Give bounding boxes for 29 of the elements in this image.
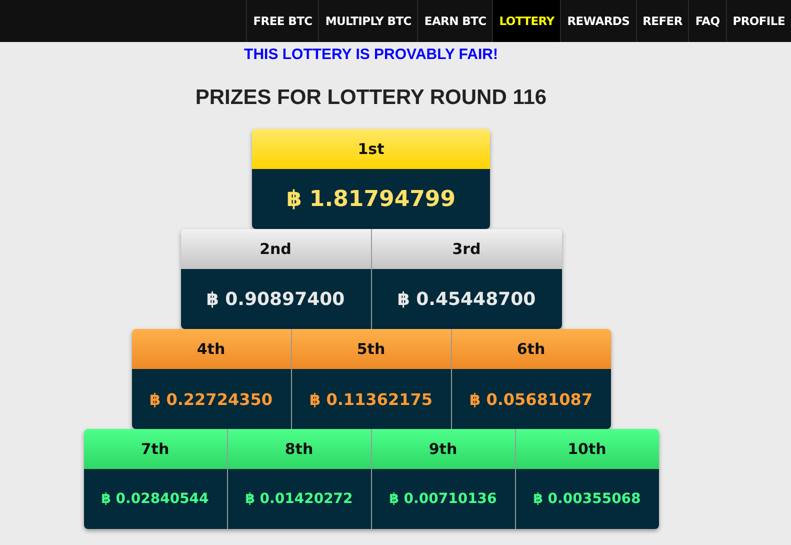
place-header: 2nd: [180, 229, 370, 269]
prize-amount: ฿ 0.22724350: [132, 369, 290, 429]
prize-amount: ฿ 1.81794799: [252, 169, 490, 229]
place-header: 8th: [228, 429, 370, 469]
prize-amount: ฿ 0.02840544: [84, 469, 226, 529]
prize-amount: ฿ 0.00355068: [516, 469, 658, 529]
nav-link[interactable]: LOTTERY: [492, 0, 560, 42]
place-header: 9th: [372, 429, 514, 469]
place-header: 4th: [132, 329, 290, 369]
nav-link[interactable]: FREE BTC: [246, 0, 318, 42]
place-header: 3rd: [372, 229, 562, 269]
prize-amount: ฿ 0.00710136: [372, 469, 514, 529]
nav-link[interactable]: REWARDS: [560, 0, 636, 42]
page-heading: PRIZES FOR LOTTERY ROUND 116: [195, 86, 547, 111]
place-header: 10th: [516, 429, 658, 469]
place-header: 6th: [452, 329, 610, 369]
nav-link[interactable]: FAQ: [688, 0, 726, 42]
nav-link[interactable]: PROFILE: [726, 0, 791, 42]
nav-link[interactable]: MULTIPLY BTC: [318, 0, 418, 42]
prize-amount: ฿ 0.05681087: [452, 369, 610, 429]
place-header: 5th: [292, 329, 450, 369]
prize-amount: ฿ 0.11362175: [292, 369, 450, 429]
prize-amount: ฿ 0.01420272: [228, 469, 370, 529]
nav-link[interactable]: REFER: [636, 0, 688, 42]
prize-amount: ฿ 0.45448700: [372, 269, 562, 329]
prize-amount: ฿ 0.90897400: [180, 269, 370, 329]
place-header: 1st: [252, 129, 490, 169]
notice-text: THIS LOTTERY IS PROVABLY FAIR!: [244, 46, 498, 65]
place-header: 7th: [84, 429, 226, 469]
